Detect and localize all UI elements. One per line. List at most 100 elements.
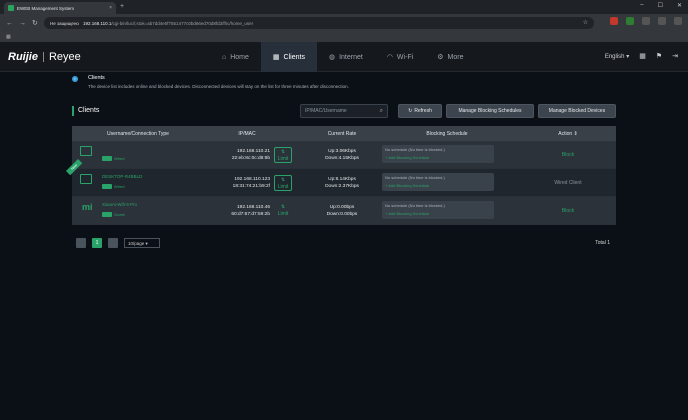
globe-icon: ◍ [328,54,336,61]
col-schedule: Blocking Schedule [426,130,468,137]
maximize-icon[interactable]: ☐ [658,2,663,9]
nav-label: Clients [283,53,305,61]
rate-down: Down:4.15Kbps [325,155,359,161]
manage-schedules-button[interactable]: Manage Blocking Schedules [446,104,534,118]
mac-address: 18:31:74:21:b9:2f [232,183,270,189]
logo: Ruijie Reyee [8,51,81,63]
nav-clients[interactable]: ▦ Clients [260,42,317,72]
nav-home[interactable]: ⌂ Home [210,42,261,72]
reload-icon[interactable]: ↻ [32,19,38,27]
col-action[interactable]: Action ⇕ [520,131,616,137]
mac-address: 22:eb:8c:0c:d8:9b [231,155,270,161]
nav-internet[interactable]: ◍ Internet [317,42,375,72]
extension-icon[interactable] [626,17,634,25]
tab-title: EWEB Management System [17,5,75,11]
logo-product: Reyee [48,51,81,63]
refresh-button[interactable]: ↻ Refresh [398,104,442,118]
pagination: 1 10/page ▾ Total 1 [72,236,616,250]
connection-type-label: Wired [114,156,125,161]
limit-button[interactable]: ⇅ Limit [274,203,292,219]
clients-table: Username/Connection Type IP/MAC Current … [66,126,616,225]
bookmark-star-icon[interactable]: ☆ [583,19,588,26]
device-name[interactable]: DESKTOP-R4BBLD [102,174,142,179]
browser-tab[interactable]: EWEB Management System × [4,2,116,14]
page-button[interactable]: 1 [92,238,102,248]
schedule-text: No schedule (No time is blocked.) [385,203,445,208]
extensions [610,17,682,25]
nav-wifi[interactable]: ◠ Wi-Fi [375,42,425,72]
prev-page-button[interactable] [76,238,86,248]
mac-address: 60:d7:67:d7:59:2b [231,211,270,217]
per-page-select[interactable]: 10/page ▾ [124,238,160,248]
schedule-text: No schedule (No time is blocked.) [385,175,445,180]
close-window-icon[interactable]: ✕ [677,2,682,9]
limit-button[interactable]: ⇅ Limit [274,175,292,191]
band-badge [102,156,112,162]
limit-label: Limit [277,211,289,217]
wifi-icon: ◠ [386,54,393,61]
ip-mac: 192.168.110.21 22:eb:8c:0c:d8:9b [184,148,270,162]
close-icon[interactable]: × [109,5,112,11]
rate-down: Down:2.37Kbps [325,183,359,189]
connection-type-label: Wired [114,184,125,189]
bookmarks-bar: ▦ [0,32,688,42]
profile-icon[interactable] [658,17,666,25]
wired-badge [102,184,112,190]
nav-label: Home [230,53,249,61]
new-tab-icon[interactable]: + [120,3,124,10]
table-header: Username/Connection Type IP/MAC Current … [72,126,616,141]
gear-icon: ⚙ [437,54,444,61]
window-controls: – ☐ ✕ [640,2,682,9]
limit-label: Limit [277,156,289,162]
extension-icon[interactable] [610,17,618,25]
next-page-button[interactable] [108,238,118,248]
info-banner: i Clients The device list includes onlin… [64,72,624,94]
apps-grid-icon[interactable]: ▦ [6,34,11,40]
content: i Clients The device list includes onlin… [64,72,624,420]
back-icon[interactable]: ← [6,20,13,27]
xiaomi-logo-icon: mi [82,202,93,212]
manage-blocked-button[interactable]: Manage Blocked Devices [538,104,616,118]
url-host: 192.168.110.1 [82,20,112,26]
address-bar[interactable]: Не защищено 192.168.110.1/cgi-bin/luci/;… [44,17,594,29]
band-badge [102,212,112,218]
device-name[interactable]: Xiaomi-Wifi-9 Pro [102,202,137,207]
language-select[interactable]: English ▾ [605,53,629,60]
clients-icon: ▦ [272,54,280,61]
extension-icon[interactable] [642,17,650,25]
security-label[interactable]: Не защищено [50,21,79,26]
add-schedule-link[interactable]: + Add Blocking Schedule [385,211,429,216]
table-row: Wired 192.168.110.21 22:eb:8c:0c:d8:9b ⇅ L… [72,141,616,169]
ip-mac: 192.168.110.123 18:31:74:21:b9:2f [184,176,270,190]
notification-icon[interactable]: ⚑ [656,52,662,60]
grid-icon[interactable]: ▦ [639,52,646,60]
nav-label: More [447,53,464,61]
logout-icon[interactable]: ⇥ [672,52,678,60]
menu-icon[interactable] [674,17,682,25]
minimize-icon[interactable]: – [640,2,643,9]
table-row: mi Xiaomi-Wifi-9 Pro Guest 192.168.110.4… [72,197,616,225]
info-icon: i [72,76,78,82]
add-schedule-link[interactable]: + Add Blocking Schedule [385,155,429,160]
forward-icon[interactable]: → [19,20,26,27]
monitor-icon [80,174,92,184]
ip-address: 192.168.110.21 [237,148,270,154]
add-schedule-link[interactable]: + Add Blocking Schedule [385,183,429,188]
ip-address: 192.168.110.46 [237,204,270,210]
block-button[interactable]: Block [520,152,616,158]
schedule-box: No schedule (No time is blocked.) + Add B… [382,201,494,219]
ip-mac: 192.168.110.46 60:d7:67:d7:59:2b [184,204,270,218]
header-right: English ▾ ▦ ⚑ ⇥ [605,52,678,60]
rate-down: Down:0.00bps [326,211,358,217]
search-input[interactable]: IP/MAC/Username ⌕ [300,104,388,118]
total-count: Total 1 [595,240,610,246]
wired-client-label: Wired Client [554,179,582,186]
limit-button[interactable]: ⇅ Limit [274,147,292,163]
url-text[interactable]: 192.168.110.1/cgi-bin/luci/;stok=ab7dd4e… [83,21,253,26]
schedule-box: No schedule (No time is blocked.) + Add B… [382,145,494,163]
nav-more[interactable]: ⚙ More [425,42,475,72]
connection-type-label: Guest [114,212,125,217]
schedule-box: No schedule (No time is blocked.) + Add B… [382,173,494,191]
connection-type: Guest [102,212,125,218]
block-button[interactable]: Block [520,208,616,214]
